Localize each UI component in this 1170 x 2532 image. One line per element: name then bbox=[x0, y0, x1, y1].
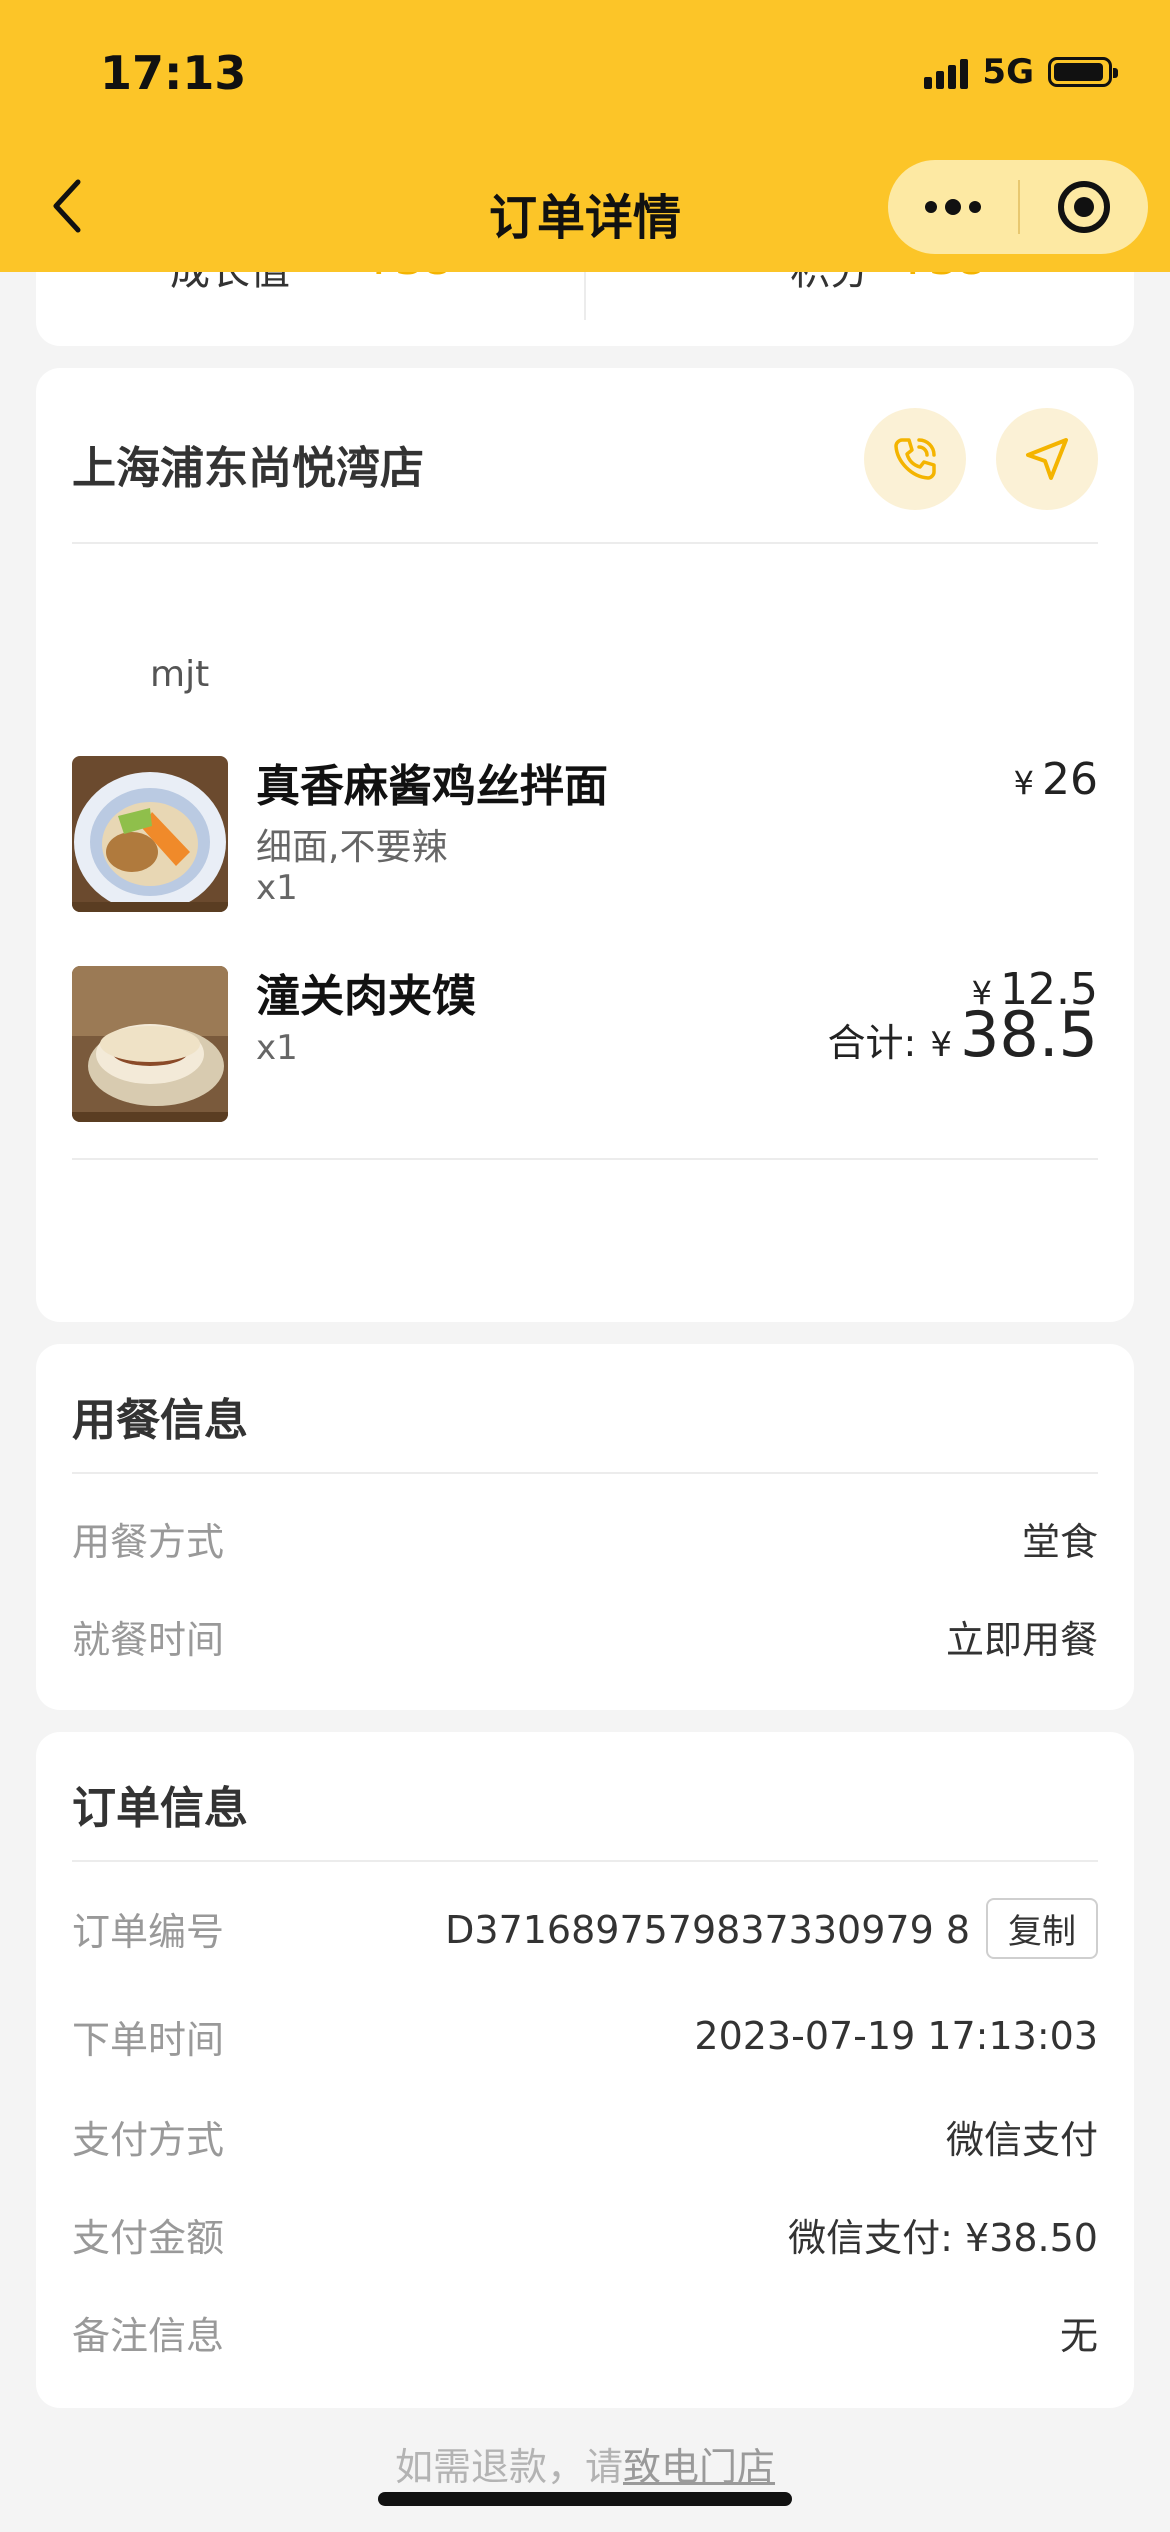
row-label: 支付金额 bbox=[72, 2215, 225, 2260]
store-name: 上海浦东尚悦湾店 bbox=[72, 443, 424, 494]
info-row: 备注信息 无 bbox=[72, 2302, 1098, 2362]
call-store-link[interactable]: 致电门店 bbox=[623, 2445, 775, 2489]
row-label: 就餐时间 bbox=[72, 1617, 225, 1662]
section-title: 订单信息 bbox=[72, 1783, 248, 1834]
row-value: 立即用餐 bbox=[945, 1617, 1098, 1662]
item-price: ¥26 bbox=[1014, 754, 1098, 805]
row-value: 2023-07-19 17:13:03 bbox=[694, 2014, 1098, 2058]
order-info-card: 订单信息 订单编号 D3716897579837330979 8 复制 下单时间 … bbox=[36, 1732, 1134, 2408]
info-row: 用餐方式 堂食 bbox=[72, 1508, 1098, 1568]
order-total: 合计: ¥ 38.5 bbox=[828, 998, 1099, 1071]
row-label: 支付方式 bbox=[72, 2117, 225, 2162]
home-indicator bbox=[378, 2492, 792, 2506]
copy-button[interactable]: 复制 bbox=[986, 1897, 1098, 1959]
item-name: 潼关肉夹馍 bbox=[256, 971, 476, 1022]
store-order-card: 上海浦东尚悦湾店 mjt 真香麻酱鸡丝拌面 细面,不要辣 x1 ¥ 26 潼关肉… bbox=[36, 368, 1134, 1322]
refund-note: 如需退款，请致电门店 bbox=[0, 2436, 1170, 2491]
close-target-icon[interactable] bbox=[1020, 160, 1148, 254]
row-label: 备注信息 bbox=[72, 2313, 225, 2358]
dining-info-card: 用餐信息 用餐方式 堂食 就餐时间 立即用餐 bbox=[36, 1344, 1134, 1710]
row-value: 微信支付: ¥38.50 bbox=[788, 2215, 1098, 2260]
row-label: 下单时间 bbox=[72, 2017, 225, 2062]
row-label: 用餐方式 bbox=[72, 1519, 225, 1564]
order-number-group: D3716897579837330979 8 复制 bbox=[445, 1897, 1098, 1959]
refund-text: 如需退款，请 bbox=[394, 2445, 623, 2489]
status-time: 17:13 bbox=[100, 46, 247, 100]
info-row: 支付方式 微信支付 bbox=[72, 2106, 1098, 2166]
more-dots-icon[interactable] bbox=[888, 160, 1018, 254]
roujiamo-image bbox=[72, 966, 228, 1122]
info-row: 订单编号 D3716897579837330979 8 复制 bbox=[72, 1897, 1098, 1959]
row-label: 订单编号 bbox=[72, 1909, 225, 1954]
network-type: 5G bbox=[982, 52, 1034, 92]
order-item: 真香麻酱鸡丝拌面 细面,不要辣 x1 ¥26 bbox=[72, 754, 1098, 916]
section-title: 用餐信息 bbox=[72, 1395, 248, 1446]
total-currency: ¥ bbox=[930, 1025, 952, 1065]
info-row: 就餐时间 立即用餐 bbox=[72, 1606, 1098, 1666]
total-amount: 38.5 bbox=[959, 998, 1098, 1071]
item-qty: x1 bbox=[256, 868, 298, 908]
noodle-dish-image bbox=[72, 756, 228, 912]
info-row: 支付金额 微信支付: ¥38.50 bbox=[72, 2204, 1098, 2264]
divider bbox=[72, 1158, 1098, 1160]
total-label: 合计: bbox=[827, 1021, 917, 1065]
battery-icon bbox=[1048, 57, 1118, 87]
row-value: 微信支付 bbox=[945, 2117, 1098, 2162]
row-value: 堂食 bbox=[1021, 1519, 1098, 1564]
price-value: 26 bbox=[1042, 754, 1098, 805]
item-spec: 细面,不要辣 bbox=[256, 827, 448, 868]
divider bbox=[72, 1860, 1098, 1862]
navigation-arrow-icon[interactable] bbox=[996, 408, 1098, 510]
divider bbox=[72, 542, 1098, 544]
currency-symbol: ¥ bbox=[1013, 764, 1034, 802]
item-qty: x1 bbox=[256, 1028, 298, 1068]
status-indicators: 5G bbox=[924, 52, 1118, 92]
info-row: 下单时间 2023-07-19 17:13:03 bbox=[72, 2006, 1098, 2066]
row-value: 无 bbox=[1059, 2313, 1098, 2358]
header-bar: 17:13 5G 订单详情 bbox=[0, 0, 1170, 272]
phone-call-icon[interactable] bbox=[864, 408, 966, 510]
divider bbox=[72, 1472, 1098, 1474]
order-number: D3716897579837330979 8 bbox=[445, 1907, 970, 1952]
customer-name: mjt bbox=[150, 654, 210, 695]
signal-icon bbox=[924, 55, 969, 89]
mini-program-capsule bbox=[888, 160, 1148, 254]
item-name: 真香麻酱鸡丝拌面 bbox=[256, 761, 608, 812]
